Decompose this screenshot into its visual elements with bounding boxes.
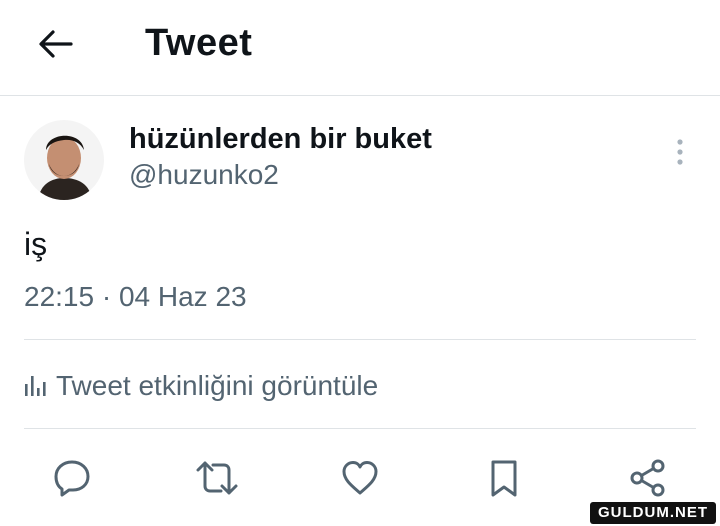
divider: [24, 428, 696, 429]
header-divider: [0, 95, 720, 96]
bookmark-icon: [491, 460, 517, 497]
bookmark-button[interactable]: [482, 456, 526, 500]
reply-icon: [54, 460, 90, 497]
back-button[interactable]: [34, 22, 78, 66]
like-icon: [342, 461, 378, 495]
retweet-icon: [196, 461, 238, 495]
avatar[interactable]: [24, 120, 104, 200]
page-title: Tweet: [145, 22, 253, 64]
arrow-left-icon: [39, 30, 73, 58]
author-handle[interactable]: @huzunko2: [129, 158, 279, 192]
author-display-name[interactable]: hüzünlerden bir buket: [129, 122, 432, 156]
divider: [24, 339, 696, 340]
top-bar: Tweet: [0, 0, 720, 96]
retweet-button[interactable]: [195, 456, 239, 500]
watermark: GULDUM.NET: [590, 502, 716, 524]
more-vertical-icon: [677, 139, 683, 165]
analytics-icon: [25, 376, 46, 396]
tweet-text: iş: [24, 226, 48, 262]
analytics-label: Tweet etkinliğini görüntüle: [56, 370, 379, 401]
like-button[interactable]: [338, 456, 382, 500]
share-button[interactable]: [626, 456, 670, 500]
reply-button[interactable]: [50, 456, 94, 500]
tweet-timestamp[interactable]: 22:15 · 04 Haz 23: [24, 280, 247, 314]
view-analytics-link[interactable]: Tweet etkinliğini görüntüle: [24, 364, 378, 408]
more-options-button[interactable]: [664, 134, 696, 170]
share-icon: [630, 459, 665, 497]
